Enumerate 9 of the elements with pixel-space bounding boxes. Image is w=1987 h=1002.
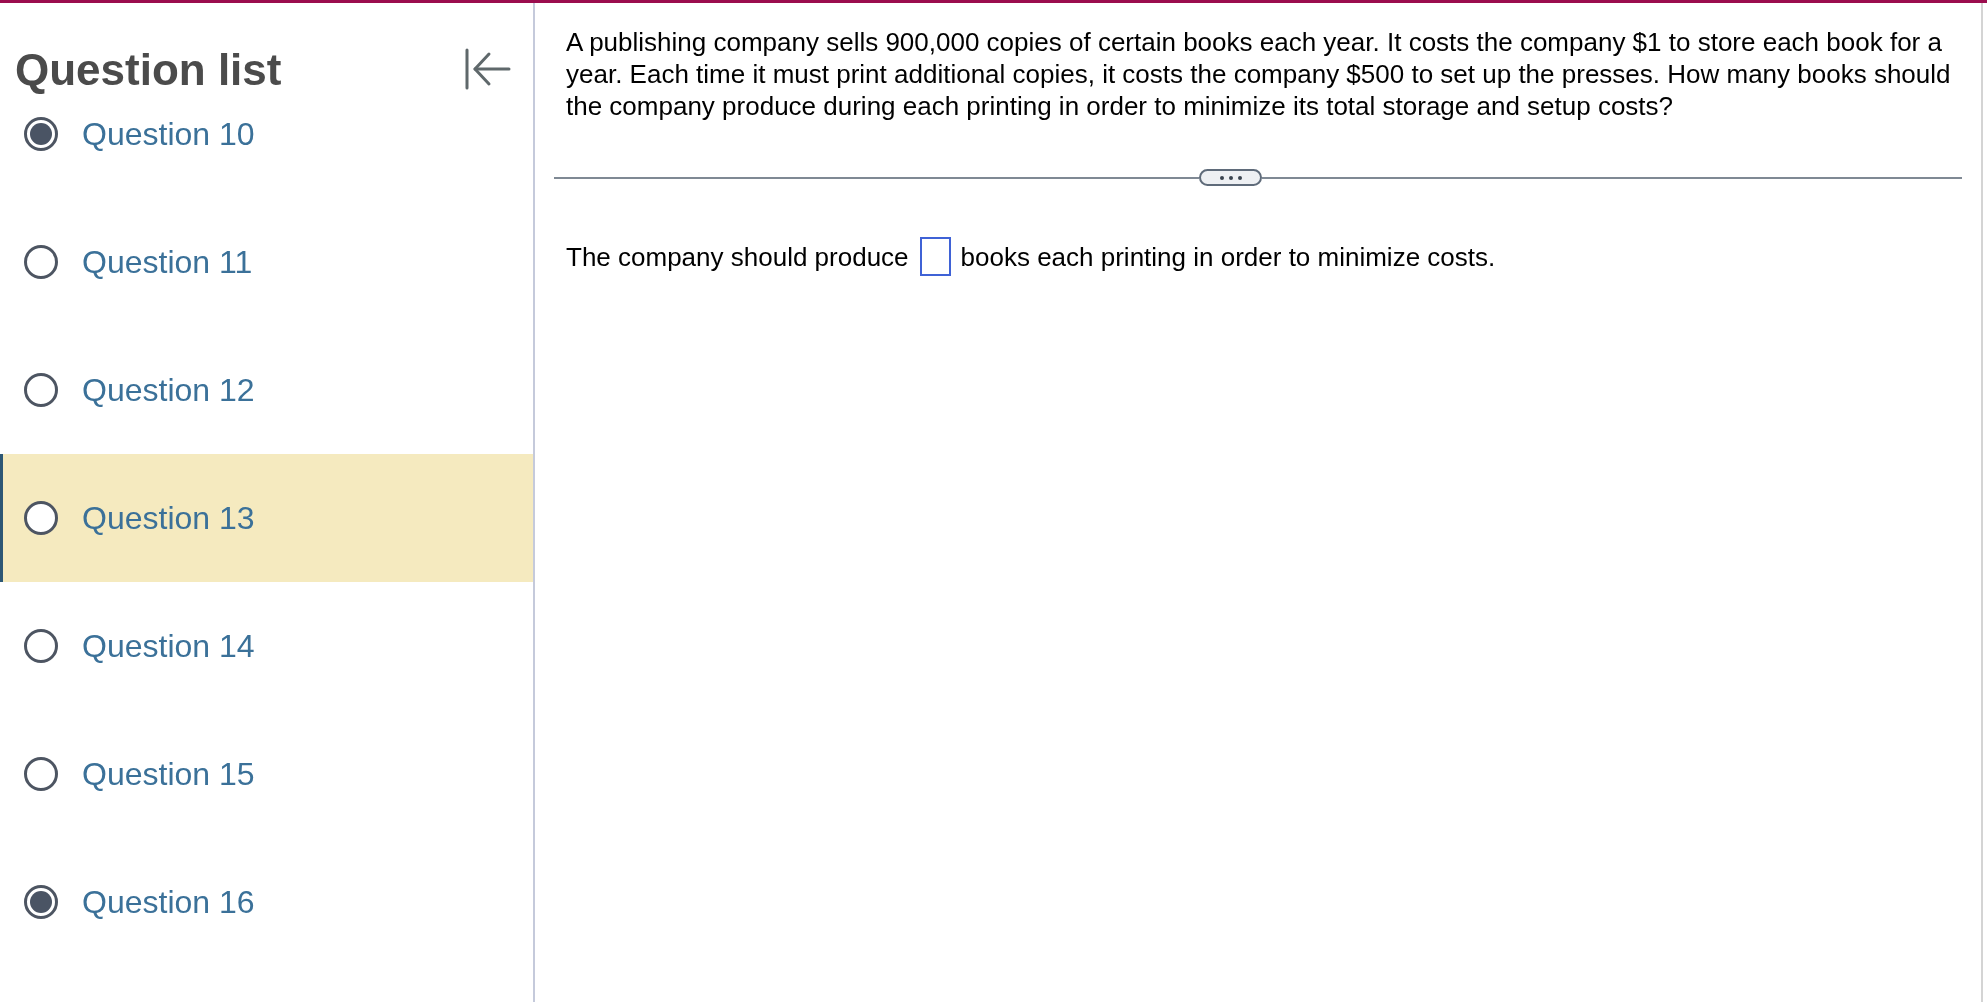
sidebar-title: Question list [15, 48, 282, 92]
collapse-sidebar-button[interactable] [465, 48, 511, 90]
answer-box[interactable] [919, 237, 951, 276]
answer-prompt-text: The company should produce [566, 240, 909, 273]
question-text: A publishing company sells 900,000 copies of certain books each year. It costs the company $1 to store each book for a year. Each time it must print additional copies, it costs the company $500 to set up the presses. How many books should the company produce during each printing in order to minimize its total storage and setup costs? [565, 26, 1952, 122]
question-item[interactable]: Question 13 [0, 454, 533, 582]
expand-button[interactable] [1199, 169, 1262, 186]
answer-prompt-text: books each printing in order to minimize costs. [960, 240, 1496, 273]
ellipsis-icon [1219, 175, 1242, 180]
